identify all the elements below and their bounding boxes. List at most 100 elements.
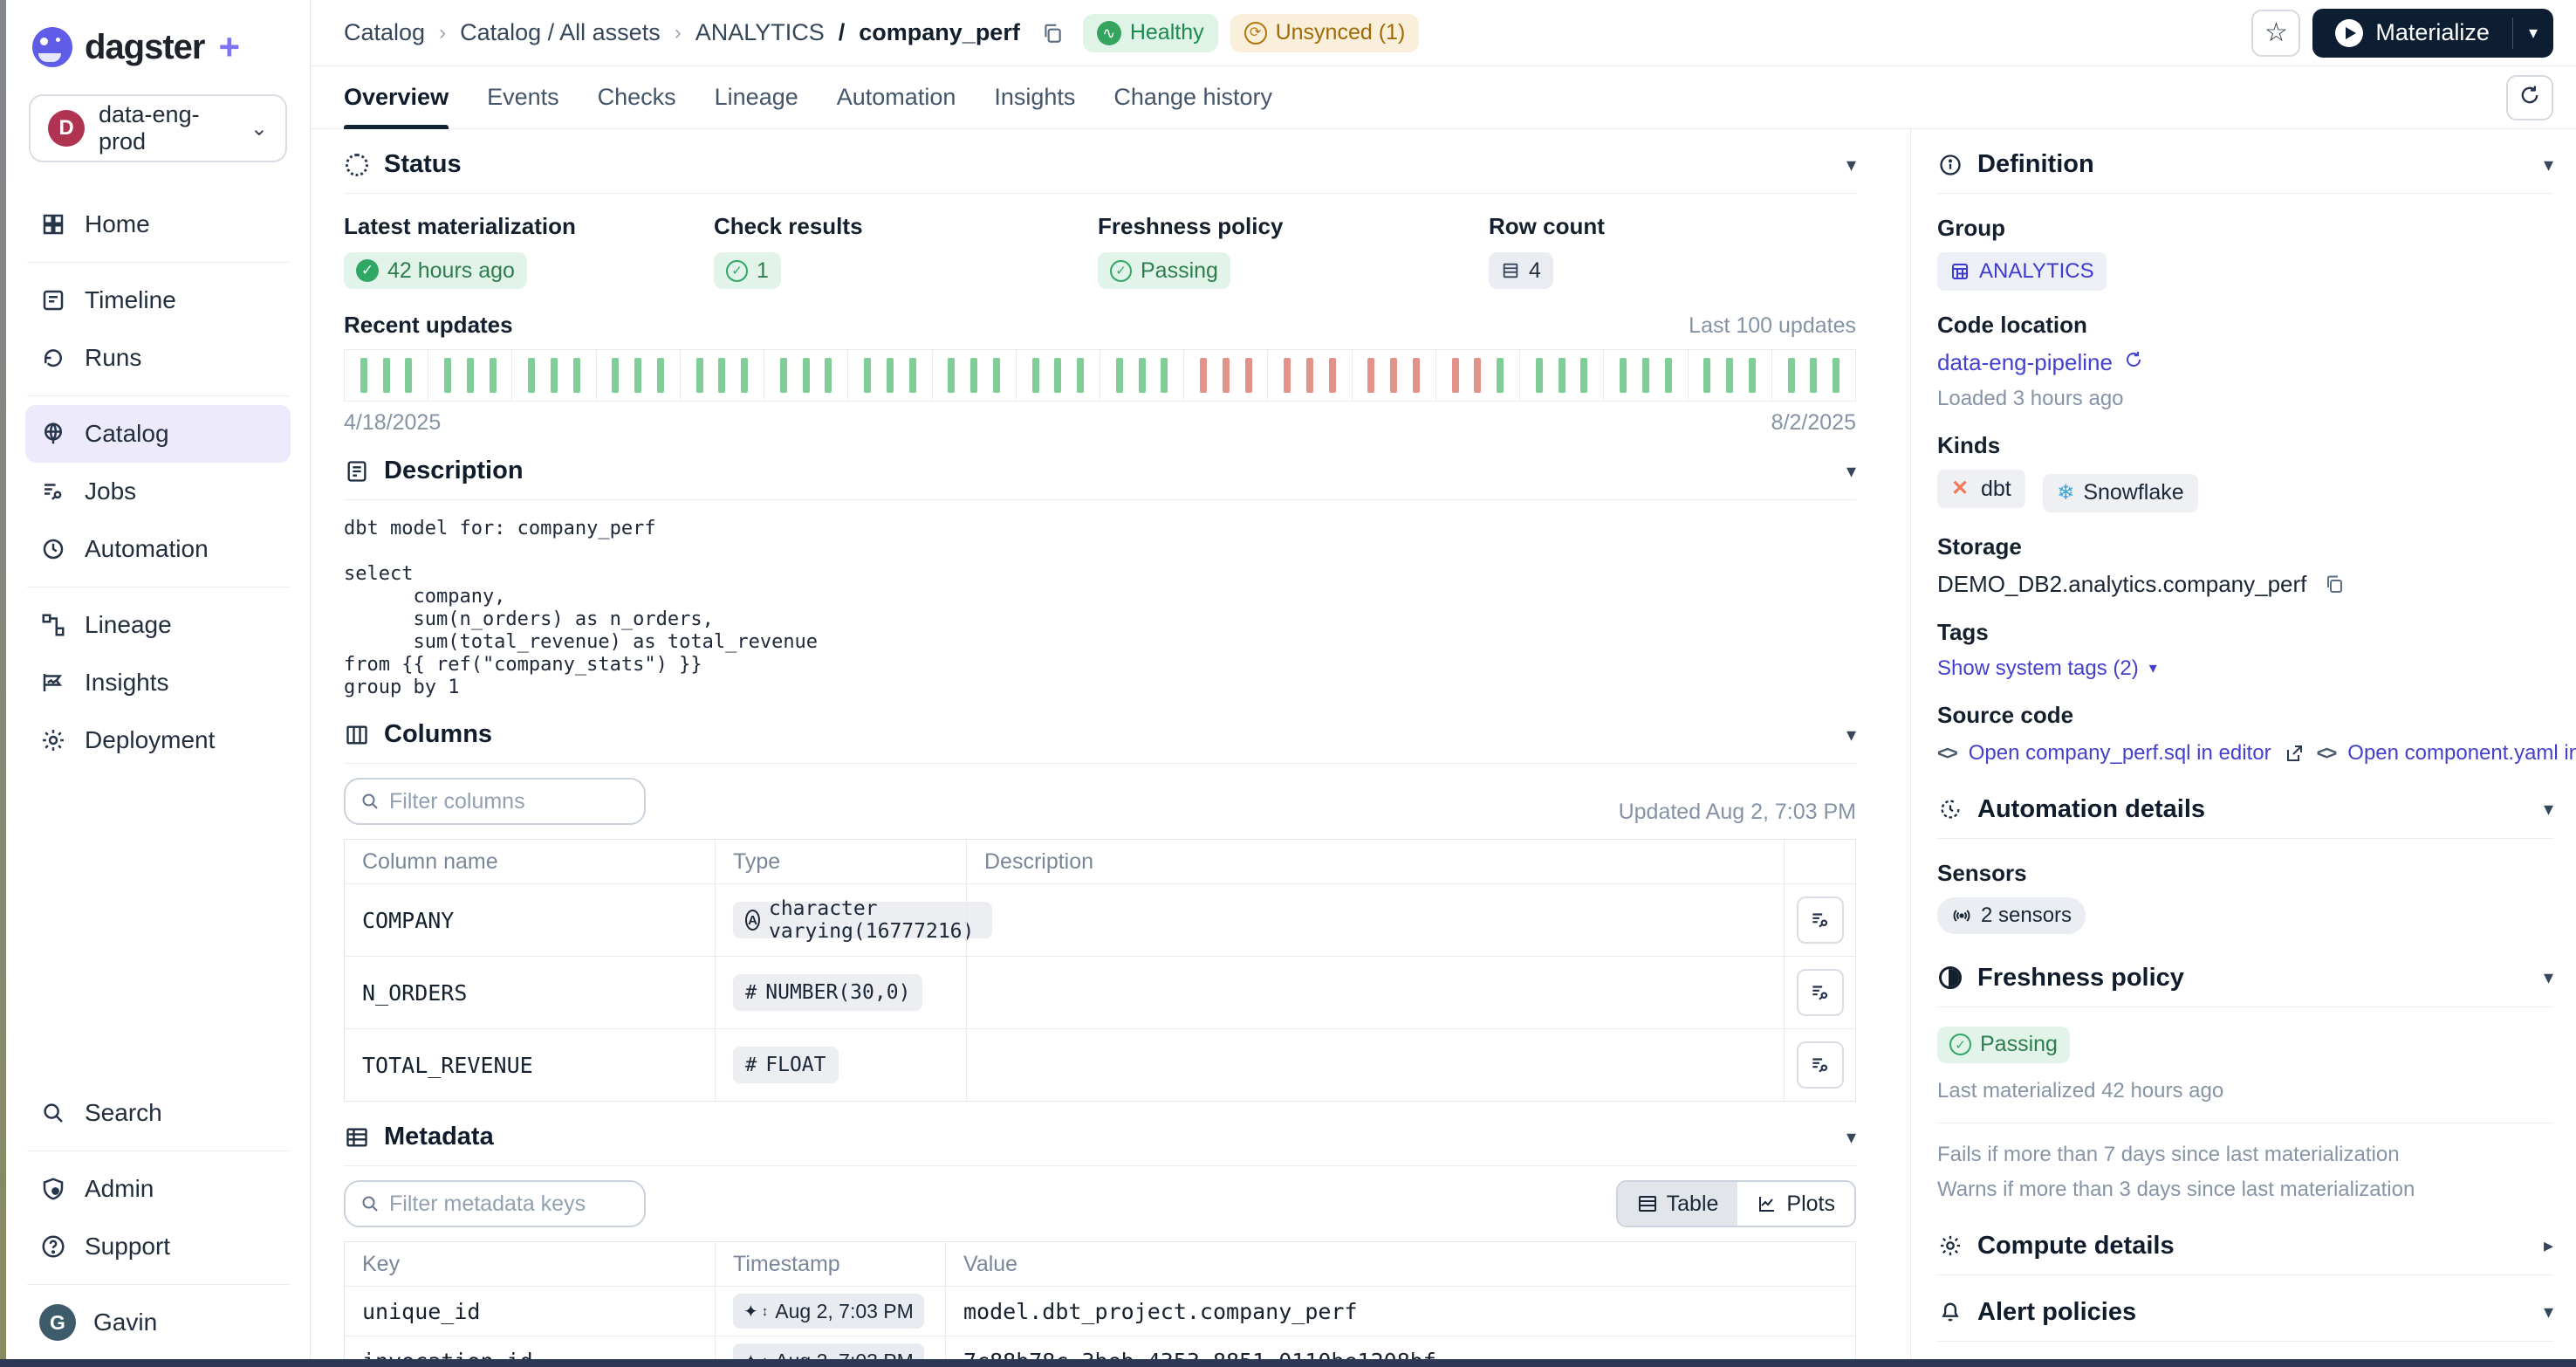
tab-insights[interactable]: Insights [994, 66, 1075, 128]
collapse-caret-icon[interactable]: ▾ [1846, 460, 1856, 483]
sidebar-item-automation[interactable]: Automation [25, 520, 291, 578]
toggle-plots-view[interactable]: Plots [1737, 1182, 1854, 1226]
column-lineage-button[interactable] [1797, 1041, 1844, 1089]
columns-filter-input[interactable] [389, 789, 630, 814]
tab-lineage[interactable]: Lineage [715, 66, 798, 128]
check-results-pill[interactable]: ✓ 1 [714, 252, 781, 289]
update-bar-failure[interactable] [1367, 358, 1374, 393]
sidebar-item-home[interactable]: Home [25, 196, 291, 253]
collapse-caret-icon[interactable]: ▾ [2544, 798, 2553, 821]
update-bar-failure[interactable] [1390, 358, 1397, 393]
update-bar-success[interactable] [1580, 358, 1587, 393]
sidebar-item-catalog[interactable]: Catalog [25, 405, 291, 463]
materialize-dropdown-button[interactable]: ▾ [2513, 9, 2553, 58]
update-bar-success[interactable] [551, 358, 558, 393]
row-count-pill[interactable]: 4 [1489, 252, 1553, 289]
update-bar-success[interactable] [1749, 358, 1756, 393]
update-bar-success[interactable] [657, 358, 664, 393]
favorite-button[interactable]: ☆ [2251, 10, 2300, 57]
sidebar-item-support[interactable]: Support [25, 1218, 291, 1275]
collapse-caret-icon[interactable]: ▾ [2544, 1301, 2553, 1323]
column-lineage-button[interactable] [1797, 969, 1844, 1016]
sidebar-item-admin[interactable]: Admin [25, 1160, 291, 1218]
update-bar-success[interactable] [1810, 358, 1817, 393]
update-bar-success[interactable] [1161, 358, 1168, 393]
update-bar-success[interactable] [1077, 358, 1084, 393]
update-bar-success[interactable] [612, 358, 619, 393]
update-bar-success[interactable] [528, 358, 535, 393]
kind-badge-dbt[interactable]: dbt [1937, 470, 2025, 508]
tab-checks[interactable]: Checks [598, 66, 676, 128]
update-bar-success[interactable] [1032, 358, 1039, 393]
open-yaml-in-editor-link[interactable]: Open component.yaml in editor [2347, 741, 2576, 766]
update-bar-success[interactable] [1497, 358, 1504, 393]
update-bar-success[interactable] [360, 358, 367, 393]
toggle-table-view[interactable]: Table [1618, 1182, 1738, 1226]
expand-chevron-icon[interactable]: ▸ [2544, 1234, 2553, 1257]
timestamp-pill[interactable]: ✦↕Aug 2, 7:03 PM [733, 1294, 924, 1329]
update-bar-failure[interactable] [1245, 358, 1252, 393]
refresh-button[interactable] [2506, 75, 2553, 120]
breadcrumb-all-assets[interactable]: Catalog / All assets [460, 19, 661, 46]
code-location-link[interactable]: data-eng-pipeline [1937, 349, 2113, 376]
update-bar-success[interactable] [1139, 358, 1146, 393]
dagster-logo[interactable]: dagster + [25, 23, 291, 75]
breadcrumb-catalog[interactable]: Catalog [344, 19, 425, 46]
update-bar-success[interactable] [1054, 358, 1061, 393]
table-row[interactable]: COMPANY Acharacter varying(16777216) [345, 883, 1855, 956]
update-bar-success[interactable] [970, 358, 977, 393]
update-bar-success[interactable] [1788, 358, 1795, 393]
update-bar-success[interactable] [909, 358, 916, 393]
update-bar-failure[interactable] [1452, 358, 1459, 393]
collapse-caret-icon[interactable]: ▾ [1846, 1126, 1856, 1149]
collapse-caret-icon[interactable]: ▾ [1846, 154, 1856, 176]
tab-change-history[interactable]: Change history [1113, 66, 1272, 128]
update-bar-success[interactable] [887, 358, 894, 393]
update-bar-success[interactable] [1536, 358, 1543, 393]
update-bar-failure[interactable] [1223, 358, 1230, 393]
sidebar-item-search[interactable]: Search [25, 1084, 291, 1142]
update-bar-success[interactable] [825, 358, 832, 393]
update-bar-failure[interactable] [1200, 358, 1207, 393]
sidebar-item-jobs[interactable]: Jobs [25, 463, 291, 520]
update-bar-failure[interactable] [1474, 358, 1481, 393]
update-bar-failure[interactable] [1284, 358, 1291, 393]
update-bar-success[interactable] [383, 358, 390, 393]
update-bar-success[interactable] [1620, 358, 1627, 393]
update-bar-success[interactable] [780, 358, 787, 393]
update-bar-success[interactable] [573, 358, 580, 393]
update-bar-success[interactable] [1726, 358, 1733, 393]
update-bar-success[interactable] [634, 358, 641, 393]
update-bar-success[interactable] [718, 358, 725, 393]
update-bar-success[interactable] [1833, 358, 1840, 393]
update-bar-success[interactable] [405, 358, 412, 393]
materialize-main[interactable]: Materialize [2312, 9, 2512, 58]
tab-overview[interactable]: Overview [344, 66, 449, 128]
collapse-caret-icon[interactable]: ▾ [1846, 724, 1856, 746]
table-row[interactable]: unique_id ✦↕Aug 2, 7:03 PM model.dbt_pro… [345, 1286, 1855, 1336]
update-bar-success[interactable] [1642, 358, 1649, 393]
table-row[interactable]: N_ORDERS #NUMBER(30,0) [345, 956, 1855, 1028]
update-bar-success[interactable] [864, 358, 871, 393]
sidebar-item-deployment[interactable]: Deployment [25, 711, 291, 769]
materialize-button[interactable]: Materialize ▾ [2312, 9, 2553, 58]
freshness-pill[interactable]: ✓ Passing [1098, 252, 1230, 289]
breadcrumb-group[interactable]: ANALYTICS [695, 19, 825, 46]
sensors-badge[interactable]: 2 sensors [1937, 897, 2086, 934]
update-bar-failure[interactable] [1306, 358, 1313, 393]
update-bar-success[interactable] [803, 358, 810, 393]
sidebar-item-runs[interactable]: Runs [25, 329, 291, 387]
update-bar-failure[interactable] [1413, 358, 1420, 393]
health-status-badge[interactable]: Healthy [1083, 14, 1218, 52]
update-bar-success[interactable] [467, 358, 474, 393]
kind-badge-snowflake[interactable]: ❄ Snowflake [2043, 474, 2197, 512]
sidebar-item-timeline[interactable]: Timeline [25, 271, 291, 329]
table-row[interactable]: TOTAL_REVENUE #FLOAT [345, 1028, 1855, 1101]
unsynced-badge[interactable]: Unsynced (1) [1230, 14, 1420, 52]
sidebar-item-insights[interactable]: Insights [25, 654, 291, 711]
group-badge[interactable]: ANALYTICS [1937, 252, 2107, 291]
update-bar-success[interactable] [696, 358, 703, 393]
update-bar-success[interactable] [1703, 358, 1710, 393]
open-sql-in-editor-link[interactable]: Open company_perf.sql in editor [1969, 741, 2271, 766]
update-bar-success[interactable] [741, 358, 748, 393]
